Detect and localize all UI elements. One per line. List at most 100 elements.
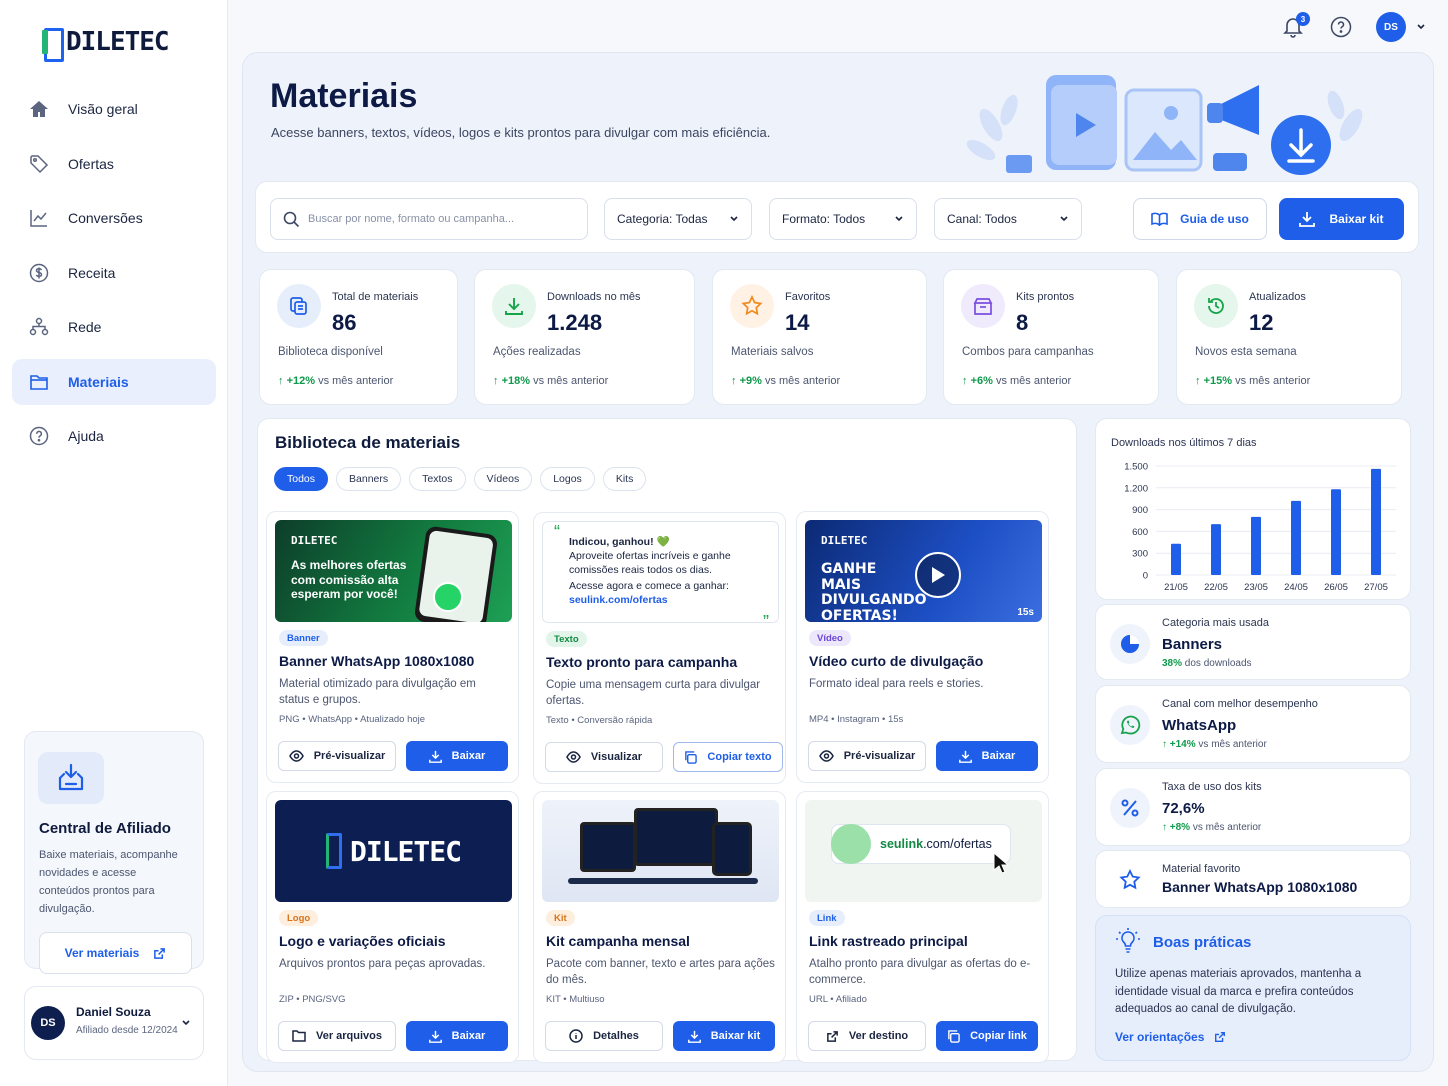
filter-chip[interactable]: Banners: [336, 467, 402, 491]
avatar: DS: [31, 1006, 65, 1040]
chart-y-tick: 300: [1132, 549, 1148, 560]
stat-label: Total de materiais: [332, 291, 419, 303]
filter-chip[interactable]: Kits: [602, 467, 647, 491]
primary-action-button[interactable]: Copiar link: [936, 1021, 1038, 1051]
material-thumbnail[interactable]: DILETEC GANHE MAIS DIVULGANDO OFERTAS! 15s: [805, 520, 1042, 622]
logo-mark-icon: [325, 833, 342, 869]
secondary-action-button[interactable]: Ver arquivos: [278, 1021, 396, 1051]
filter-chip[interactable]: Logos: [540, 467, 595, 491]
help-icon[interactable]: [1328, 14, 1354, 40]
sidebar-item-vis-o-geral[interactable]: Visão geral: [12, 86, 216, 132]
devices-mockup: [542, 800, 779, 902]
account-menu[interactable]: DS: [1376, 12, 1426, 42]
chart-bar[interactable]: [1331, 489, 1341, 575]
eye-icon: [566, 751, 581, 763]
button-label: Copiar link: [970, 1030, 1027, 1042]
chart-bar[interactable]: [1291, 500, 1301, 575]
sidebar-item-convers-es[interactable]: Conversões: [12, 195, 216, 241]
material-thumbnail[interactable]: DILETEC As melhores ofertas com comissão …: [275, 520, 512, 622]
primary-action-button[interactable]: Baixar: [406, 741, 508, 771]
view-materials-button[interactable]: Ver materiais: [39, 932, 192, 974]
sidebar-nav: Visão geral Ofertas Conversões Receita Rede M…: [12, 86, 216, 468]
chart-bar[interactable]: [1371, 468, 1381, 575]
sidebar-item-label: Materiais: [68, 373, 129, 390]
download-icon: [1299, 212, 1316, 227]
sidebar-item-ajuda[interactable]: Ajuda: [12, 413, 216, 459]
sidebar-item-receita[interactable]: Receita: [12, 250, 216, 296]
primary-action-button[interactable]: Baixar: [936, 741, 1038, 771]
download-icon: [958, 750, 972, 763]
filter-chip[interactable]: Vídeos: [473, 467, 533, 491]
format-value: Formato: Todos: [782, 212, 866, 226]
search-input[interactable]: Buscar por nome, formato ou campanha...: [270, 198, 588, 240]
material-card[interactable]: DILETEC Logo Logo e variações oficiais A…: [266, 791, 519, 1063]
material-card[interactable]: DILETEC As melhores ofertas com comissão …: [266, 511, 519, 783]
filter-chip[interactable]: Textos: [409, 467, 466, 491]
clock-refresh-icon: [1194, 284, 1238, 328]
primary-action-button[interactable]: Copiar texto: [673, 742, 783, 772]
tag-icon: [28, 153, 50, 175]
stat-card-downloads-month[interactable]: Downloads no mês 1.248 Ações realizadas …: [474, 269, 695, 405]
pie-chart-icon: [1110, 624, 1150, 664]
filter-chip[interactable]: Todos: [274, 467, 329, 491]
sidebar-item-materiais[interactable]: Materiais: [12, 358, 216, 405]
play-icon[interactable]: [915, 552, 961, 598]
material-thumbnail[interactable]: DILETEC: [275, 800, 512, 902]
external-link-icon: [1215, 1032, 1226, 1042]
secondary-action-button[interactable]: Detalhes: [545, 1021, 663, 1051]
avatar: DS: [1376, 12, 1406, 42]
insight-card[interactable]: Categoria mais usada Banners 38% dos dow…: [1095, 604, 1411, 680]
chevron-down-icon[interactable]: [181, 1018, 191, 1028]
format-select[interactable]: Formato: Todos: [769, 198, 917, 240]
secondary-action-button[interactable]: Visualizar: [545, 742, 663, 772]
button-label: Copiar texto: [707, 751, 772, 763]
material-thumbnail[interactable]: “Indicou, ganhou! 💚 Aproveite ofertas inc…: [542, 521, 779, 623]
sidebar-item-rede[interactable]: Rede: [12, 304, 216, 350]
stat-label: Favoritos: [785, 291, 831, 303]
material-card[interactable]: “Indicou, ganhou! 💚 Aproveite ofertas inc…: [533, 512, 786, 784]
download-icon: [492, 284, 536, 328]
insight-card[interactable]: Canal com melhor desempenho WhatsApp ↑ +…: [1095, 685, 1411, 763]
download-kit-button[interactable]: Baixar kit: [1279, 198, 1404, 240]
best-practices-card: Boas práticas Utilize apenas materiais a…: [1095, 915, 1411, 1061]
user-profile-card[interactable]: DS Daniel Souza Afiliado desde 12/2024: [24, 986, 204, 1060]
quote-link: seulink.com/ofertas: [569, 594, 668, 606]
stat-card-favorites[interactable]: Favoritos 14 Materiais salvos ↑ +9% vs m…: [712, 269, 927, 405]
insight-label: Material favorito: [1162, 863, 1241, 875]
info-icon: [569, 1029, 583, 1043]
view-guidelines-link[interactable]: Ver orientações: [1115, 1030, 1226, 1044]
external-link-icon: [826, 1030, 838, 1042]
secondary-action-button[interactable]: Ver destino: [808, 1021, 926, 1051]
bell-icon[interactable]: 3: [1280, 12, 1310, 40]
brand-logo[interactable]: DILETEC: [42, 26, 170, 62]
stat-card-ready-kits[interactable]: Kits prontos 8 Combos para campanhas ↑ +…: [943, 269, 1159, 405]
insight-card[interactable]: Taxa de uso dos kits 72,6% ↑ +8% vs mês …: [1095, 768, 1411, 846]
primary-action-button[interactable]: Baixar kit: [673, 1021, 775, 1051]
stat-card-total-materials[interactable]: Total de materiais 86 Biblioteca disponí…: [259, 269, 458, 405]
material-type-badge: Link: [809, 910, 845, 926]
help-circle-icon: [28, 425, 50, 447]
secondary-action-button[interactable]: Pré-visualizar: [808, 741, 926, 771]
chart-bar[interactable]: [1211, 524, 1221, 575]
category-select[interactable]: Categoria: Todas: [604, 198, 752, 240]
material-card[interactable]: seulink .com/ofertas Link Link rastreado …: [796, 791, 1049, 1063]
channel-select[interactable]: Canal: Todos: [934, 198, 1082, 240]
whatsapp-icon: [1110, 705, 1150, 745]
usage-guide-button[interactable]: Guia de uso: [1133, 198, 1267, 240]
sidebar-item-ofertas[interactable]: Ofertas: [12, 141, 216, 187]
material-thumbnail[interactable]: seulink .com/ofertas: [805, 800, 1042, 902]
chart-bar[interactable]: [1171, 543, 1181, 575]
download-kit-label: Baixar kit: [1329, 212, 1384, 226]
arrow-up-icon: ↑: [731, 375, 737, 387]
material-card[interactable]: DILETEC GANHE MAIS DIVULGANDO OFERTAS! 15s…: [796, 511, 1049, 783]
material-thumbnail[interactable]: [542, 800, 779, 902]
quote-line: Acesse agora e comece a ganhar:: [569, 580, 729, 592]
material-card[interactable]: Kit Kit campanha mensal Pacote com banne…: [533, 791, 786, 1063]
insight-card[interactable]: Material favorito Banner WhatsApp 1080x1…: [1095, 850, 1411, 908]
button-label: Baixar: [981, 750, 1016, 762]
video-duration: 15s: [1017, 607, 1034, 618]
chart-bar[interactable]: [1251, 516, 1261, 575]
stat-card-updated[interactable]: Atualizados 12 Novos esta semana ↑ +15% …: [1176, 269, 1402, 405]
primary-action-button[interactable]: Baixar: [406, 1021, 508, 1051]
secondary-action-button[interactable]: Pré-visualizar: [278, 741, 396, 771]
